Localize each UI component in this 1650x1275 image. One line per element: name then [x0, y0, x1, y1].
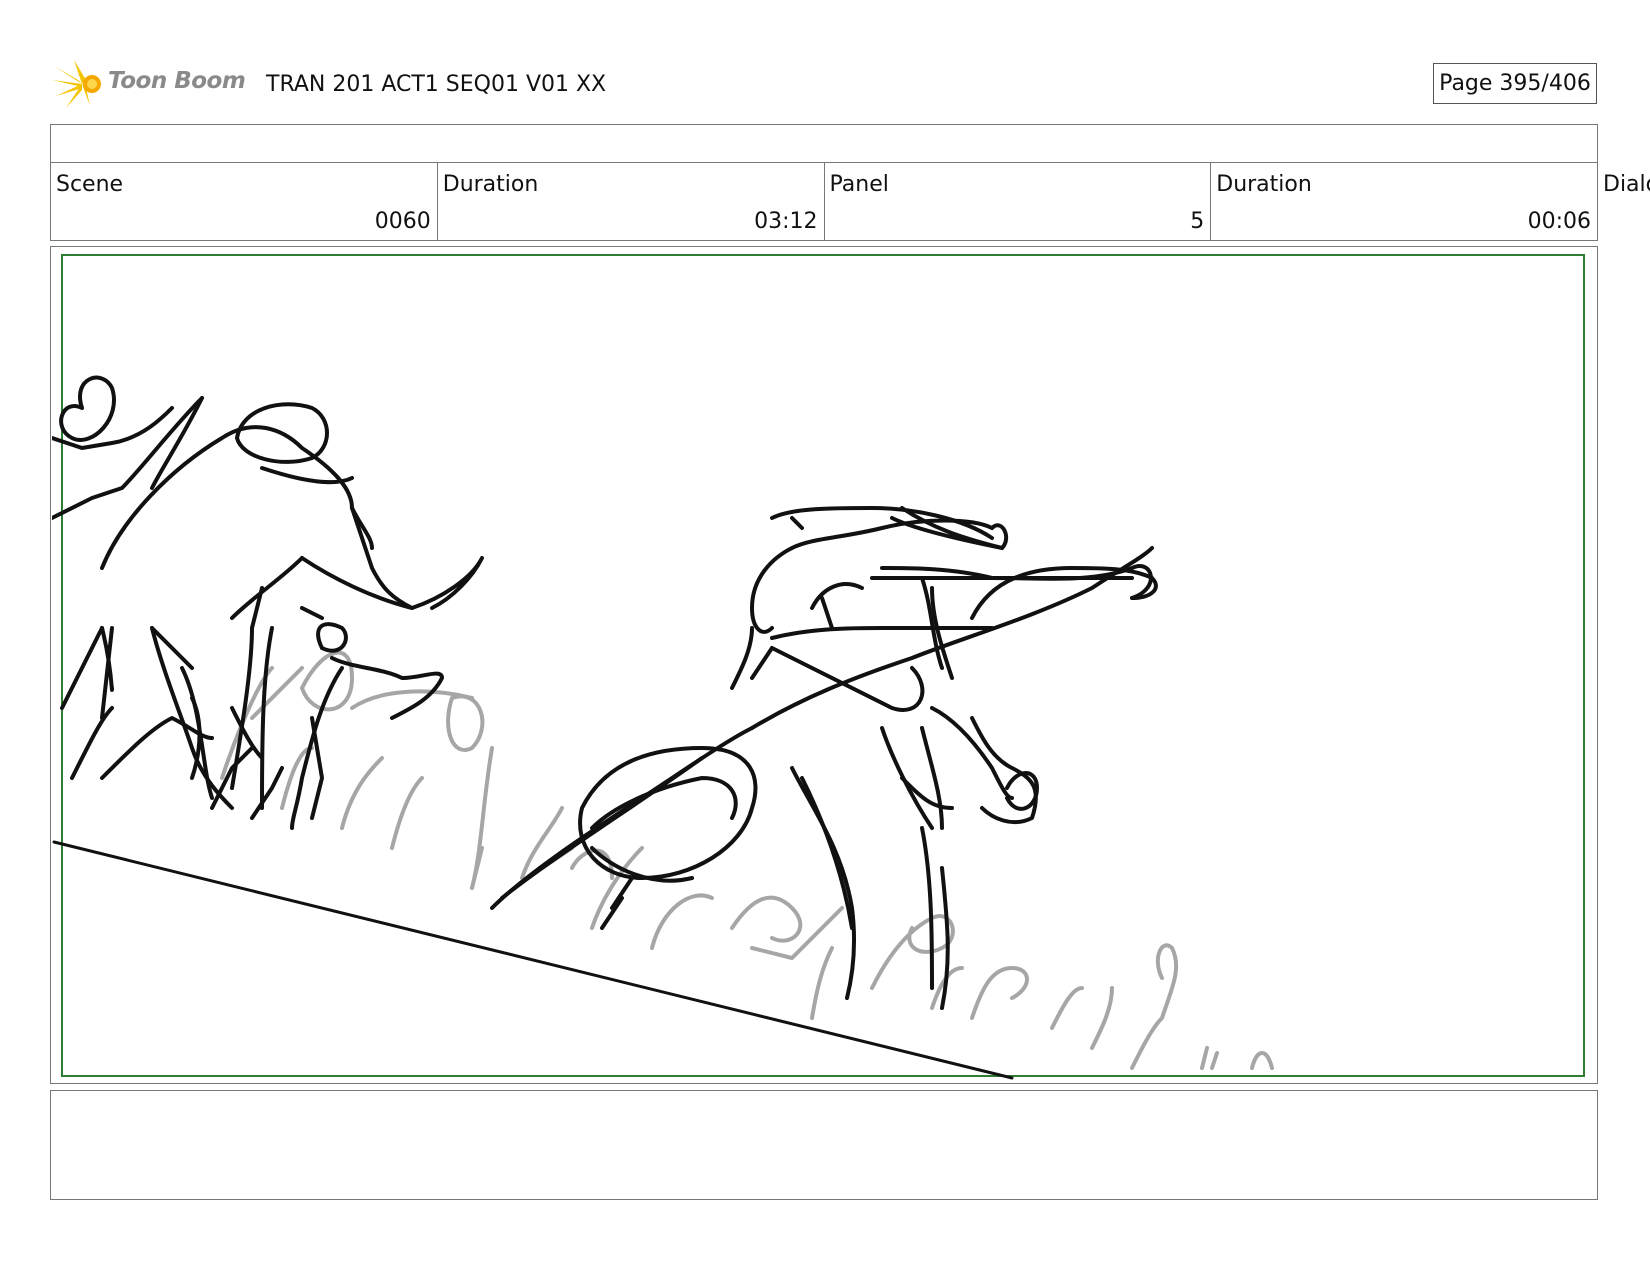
panel-duration-label: Duration: [1216, 172, 1312, 197]
brand-name: Toon Boom: [108, 68, 246, 94]
panel-value: 5: [1190, 209, 1205, 234]
panel-duration-value: 00:06: [1527, 209, 1591, 234]
scene-label: Scene: [56, 172, 124, 197]
toon-boom-logo: Toon Boom: [52, 58, 252, 112]
document-title: TRAN 201 ACT1 SEQ01 V01 XX: [266, 72, 607, 97]
background-crowd-sketch: [220, 650, 1274, 1070]
storyboard-sketch: [52, 375, 1274, 1080]
info-row: Scene 0060 Duration 03:12 Panel 5 Durati…: [50, 162, 1598, 241]
left-creatures-sketch: [52, 375, 484, 830]
scene-value: 0060: [374, 209, 431, 234]
scene-duration-cell: Duration 03:12: [438, 162, 825, 240]
notes-box: [50, 1090, 1598, 1200]
panel-cell: Panel 5: [825, 162, 1212, 240]
scene-duration-label: Duration: [442, 172, 539, 197]
panel-label: Panel: [829, 172, 889, 197]
scene-duration-value: 03:12: [754, 209, 818, 234]
star-burst-icon: [52, 60, 101, 108]
scene-cell: Scene 0060: [51, 162, 438, 240]
page-counter: Page 395/406: [1433, 63, 1597, 104]
right-creature-sketch: [490, 506, 1158, 1010]
ground-line: [52, 840, 1014, 1080]
dialog-label: Dialo: [1603, 172, 1650, 197]
header-strip: [50, 124, 1598, 163]
panel-duration-cell: Duration 00:06: [1211, 162, 1597, 240]
